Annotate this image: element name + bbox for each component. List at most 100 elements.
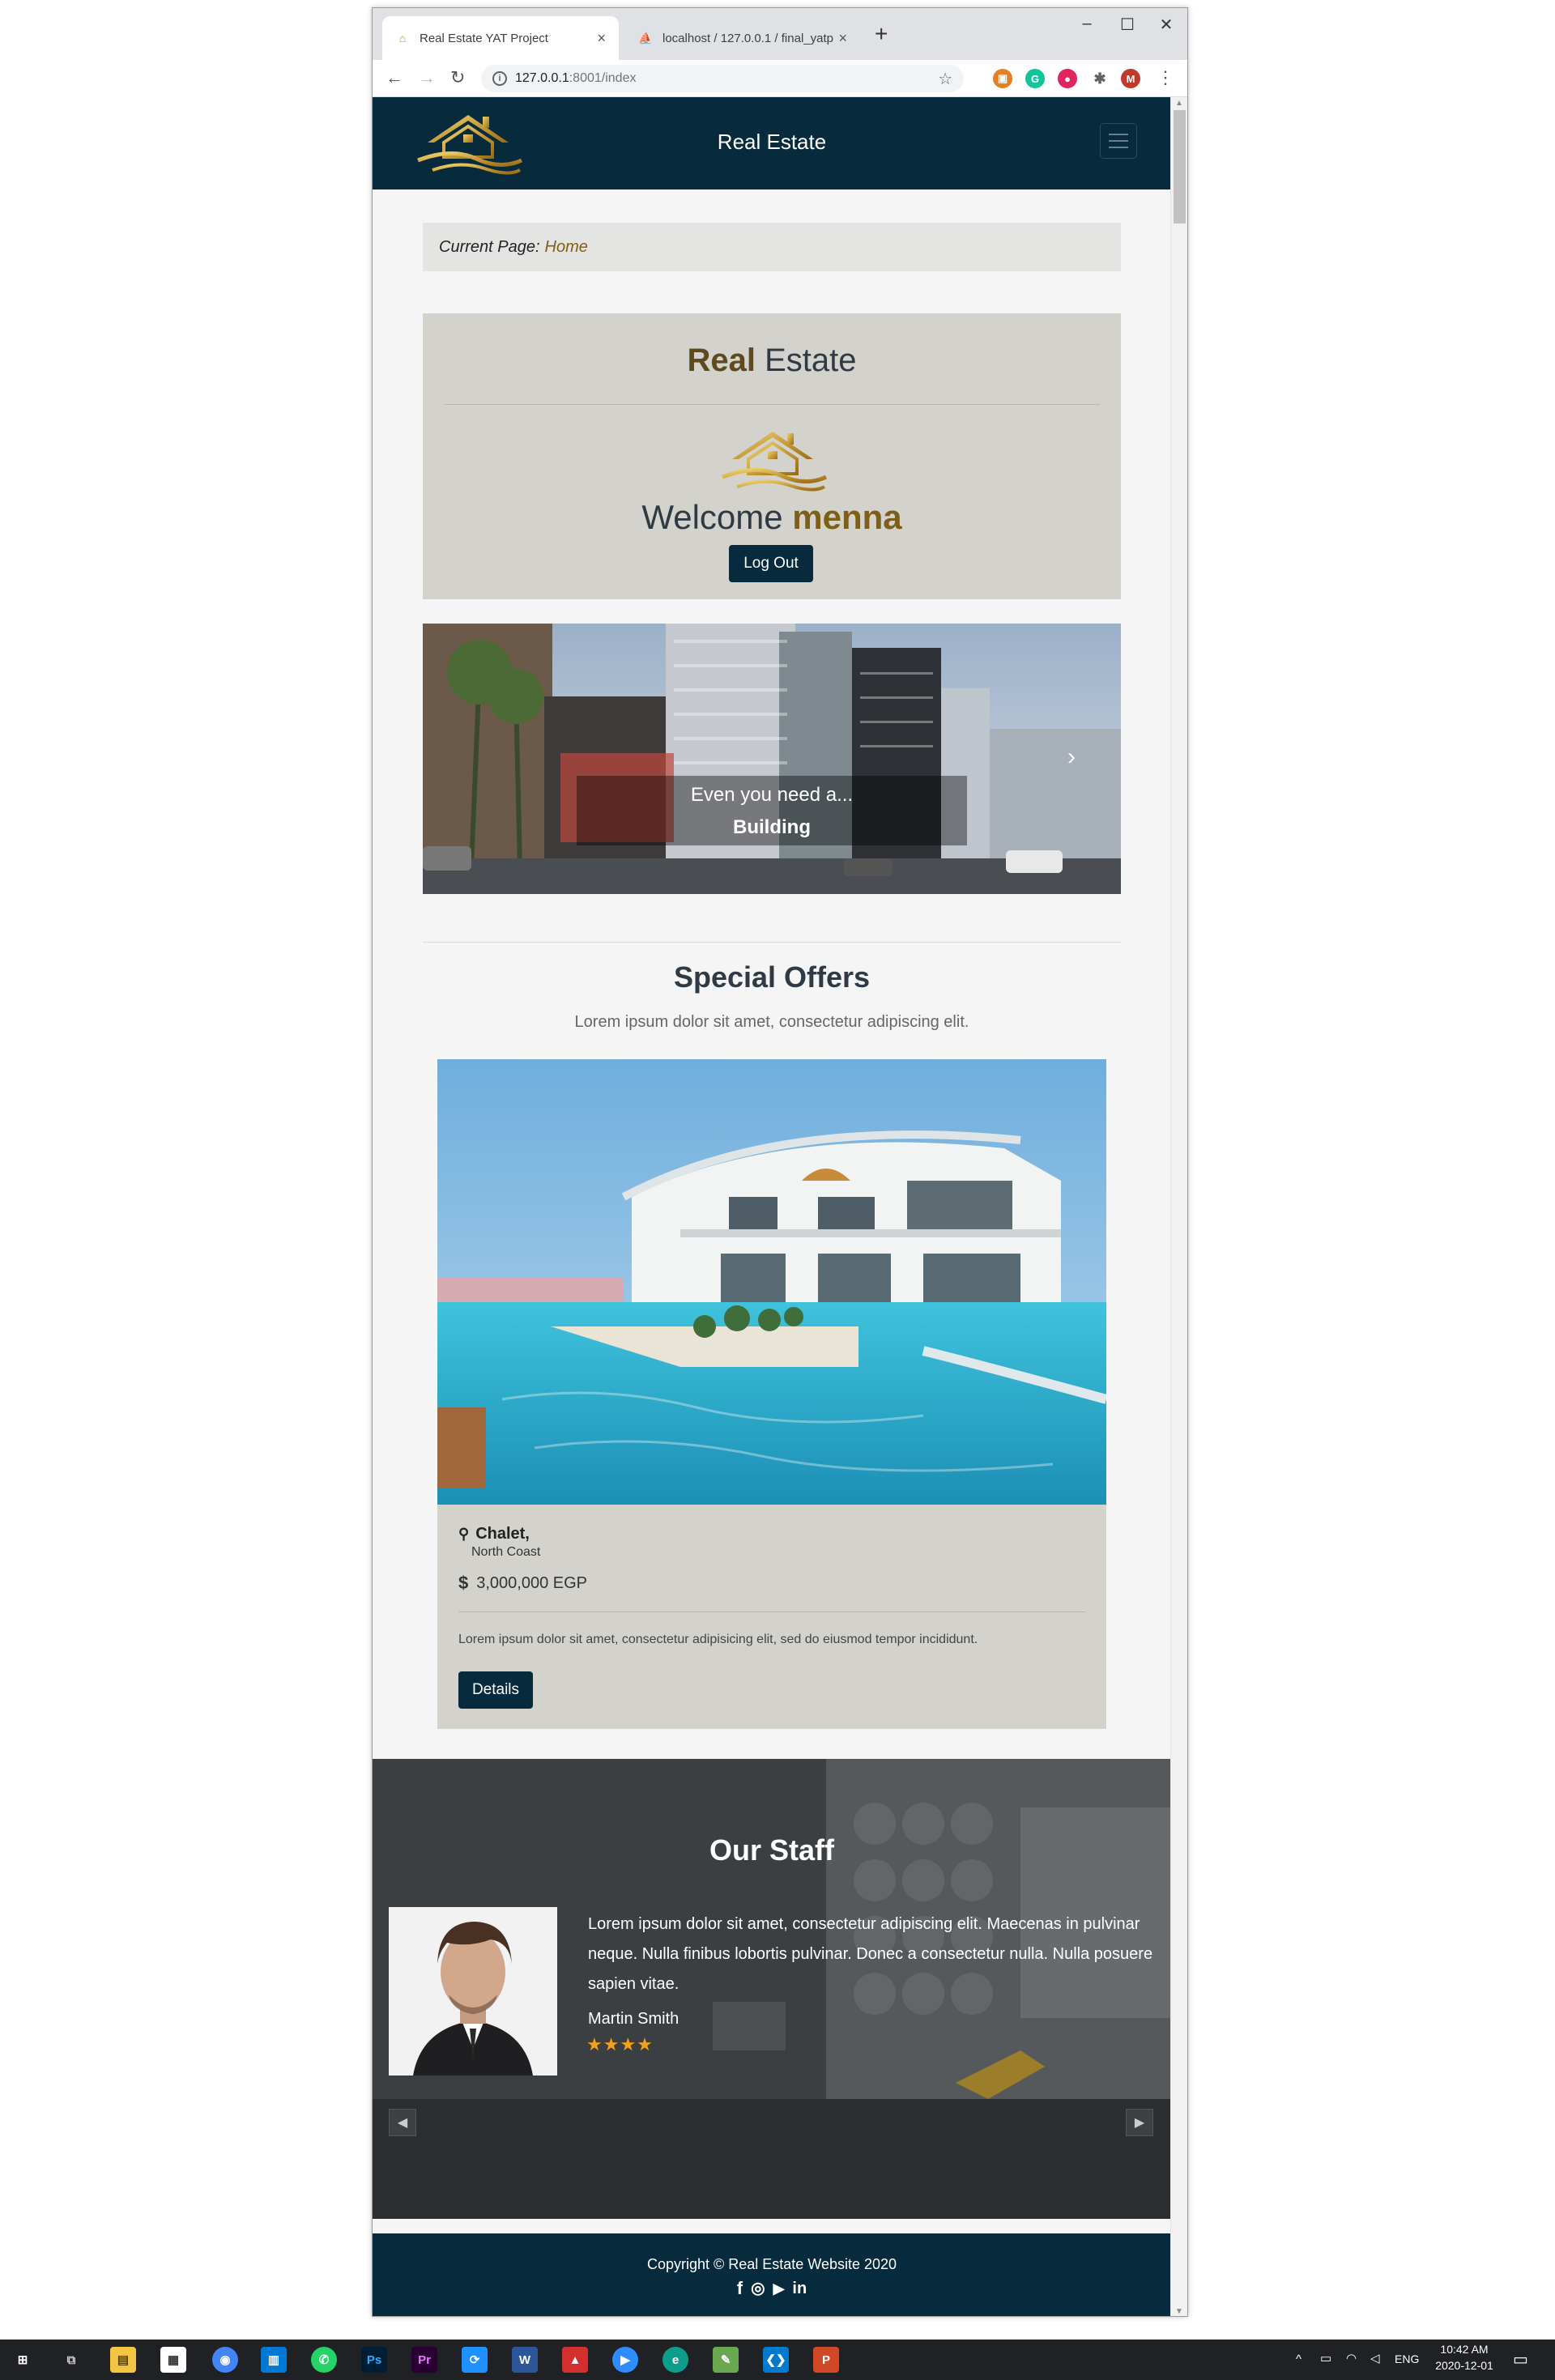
chrome-icon[interactable]: ◉ xyxy=(212,2347,238,2373)
extension-icon[interactable]: ▣ xyxy=(993,69,1012,88)
hamburger-menu-button[interactable] xyxy=(1100,123,1137,159)
puzzle-icon[interactable]: ✱ xyxy=(1090,69,1110,88)
premiere-icon[interactable]: Pr xyxy=(411,2347,437,2373)
house-favicon-icon: ⌂ xyxy=(398,32,407,45)
whatsapp-icon[interactable]: ✆ xyxy=(311,2347,337,2373)
caption-line-2: Building xyxy=(733,816,811,838)
staff-next-button[interactable]: ▶ xyxy=(1126,2109,1153,2136)
house-logo-icon xyxy=(722,432,828,492)
city-street-image xyxy=(423,624,1121,894)
property-price: $3,000,000 EGP xyxy=(458,1573,587,1594)
minimize-icon[interactable]: – xyxy=(1071,15,1103,33)
map-pin-icon: ⚲ xyxy=(458,1526,470,1542)
menu-dots-icon[interactable]: ⋮ xyxy=(1157,68,1174,87)
photoshop-icon[interactable]: Ps xyxy=(361,2347,387,2373)
copyright-text: Copyright © Real Estate Website 2020 xyxy=(646,2256,897,2272)
scrollbar-thumb[interactable] xyxy=(1174,110,1186,224)
sync-app-icon[interactable]: ⟳ xyxy=(462,2347,488,2373)
maximize-icon[interactable]: ☐ xyxy=(1111,15,1144,35)
scroll-down-icon[interactable]: ▼ xyxy=(1175,2307,1183,2316)
facebook-icon[interactable]: f xyxy=(737,2277,743,2300)
reload-icon[interactable]: ↻ xyxy=(450,68,465,87)
tab-phpmyadmin[interactable]: ⛵ localhost / 127.0.0.1 / final_yatpr × xyxy=(625,16,860,60)
back-icon[interactable]: ← xyxy=(386,68,403,87)
page-viewport: Real Estate Current Page: Home Real Esta… xyxy=(373,97,1171,2316)
welcome-panel: Real Estate Welcome menna Log Out xyxy=(423,313,1121,599)
offers-title: Special Offers xyxy=(673,960,871,994)
carousel-caption: Even you need a... Building xyxy=(577,776,967,845)
task-view-icon[interactable]: ⧉ xyxy=(58,2347,84,2373)
staff-name: Martin Smith xyxy=(588,2010,680,2028)
scroll-up-icon[interactable]: ▲ xyxy=(1175,99,1183,108)
hero-carousel[interactable]: Even you need a... Building › xyxy=(423,624,1121,894)
details-button[interactable]: Details xyxy=(458,1671,533,1709)
volume-icon[interactable]: ◁ xyxy=(1370,2351,1380,2365)
word-icon[interactable]: W xyxy=(512,2347,538,2373)
battery-icon[interactable]: ▭ xyxy=(1320,2351,1331,2365)
address-toolbar: ← → ↻ i 127.0.0.1:8001/index ☆ ▣ G ● ✱ M… xyxy=(373,60,1187,97)
property-type: Chalet, xyxy=(475,1525,530,1543)
notifications-icon[interactable]: ▭ xyxy=(1513,2349,1528,2369)
linkedin-icon[interactable]: in xyxy=(792,2277,807,2300)
close-tab-icon[interactable]: × xyxy=(597,30,606,47)
staff-prev-button[interactable]: ◀ xyxy=(389,2109,416,2136)
tab-title: localhost / 127.0.0.1 / final_yatpr xyxy=(662,31,834,45)
page-scrollbar[interactable]: ▲ ▼ xyxy=(1170,97,1187,2316)
staff-section: Our Staff Lorem ipsum dolor sit amet, co… xyxy=(373,1759,1171,2219)
navbar-title[interactable]: Real Estate xyxy=(373,130,1171,155)
property-region: North Coast xyxy=(471,1545,541,1559)
breadcrumb-label: Current Page: xyxy=(439,237,540,256)
divider xyxy=(444,404,1100,405)
youtube-icon[interactable]: ▶ xyxy=(773,2277,785,2300)
language-indicator[interactable]: ENG xyxy=(1395,2352,1419,2365)
close-tab-icon[interactable]: × xyxy=(838,30,847,47)
staff-photo xyxy=(389,1907,557,2076)
title-rest: Estate xyxy=(765,343,857,378)
powerpoint-icon[interactable]: P xyxy=(813,2347,839,2373)
property-description: Lorem ipsum dolor sit amet, consectetur … xyxy=(458,1633,978,1646)
offer-card: ⚲ Chalet, North Coast $3,000,000 EGP Lore… xyxy=(437,1059,1106,1729)
title-bold: Real xyxy=(687,343,756,378)
wifi-icon[interactable]: ◠ xyxy=(1346,2351,1357,2365)
offers-subtitle: Lorem ipsum dolor sit amet, consectetur … xyxy=(574,1013,969,1031)
logout-button[interactable]: Log Out xyxy=(729,545,813,582)
browser-window: ⌂ Real Estate YAT Project × ⛵ localhost … xyxy=(372,7,1188,2317)
notepad-plus-icon[interactable]: ✎ xyxy=(713,2347,739,2373)
url-path: :8001/index xyxy=(569,71,637,85)
welcome-text: Welcome xyxy=(641,498,783,536)
vscode-icon[interactable]: ❮❯ xyxy=(763,2347,789,2373)
edge-icon[interactable]: e xyxy=(662,2347,688,2373)
forward-icon[interactable]: → xyxy=(418,68,436,87)
tab-title: Real Estate YAT Project xyxy=(420,31,548,45)
info-icon[interactable]: i xyxy=(492,71,507,86)
store-icon[interactable]: ▦ xyxy=(160,2347,186,2373)
tray-chevron-icon[interactable]: ^ xyxy=(1296,2352,1302,2366)
url-bar[interactable]: i 127.0.0.1:8001/index ☆ xyxy=(481,65,964,92)
star-icon[interactable]: ☆ xyxy=(938,69,952,89)
clock-date[interactable]: 2020-12-01 xyxy=(1432,2359,1497,2372)
caption-line-1: Even you need a... xyxy=(690,784,854,806)
adblock-icon[interactable]: ● xyxy=(1058,69,1077,88)
file-explorer-icon[interactable]: ▤ xyxy=(110,2347,136,2373)
clock-time[interactable]: 10:42 AM xyxy=(1432,2343,1497,2356)
instagram-icon[interactable]: ◎ xyxy=(751,2277,765,2300)
acrobat-icon[interactable]: ▲ xyxy=(562,2347,588,2373)
windows-start-icon[interactable]: ⊞ xyxy=(10,2347,36,2373)
username: menna xyxy=(792,498,902,536)
breadcrumb-home-link[interactable]: Home xyxy=(545,238,588,257)
tab-real-estate[interactable]: ⌂ Real Estate YAT Project × xyxy=(382,16,619,60)
staff-quote: Lorem ipsum dolor sit amet, consectetur … xyxy=(588,1915,1153,1993)
grammarly-icon[interactable]: G xyxy=(1025,69,1045,88)
new-tab-button[interactable]: + xyxy=(875,23,888,45)
welcome-message: Welcome menna xyxy=(423,498,1121,537)
profile-avatar[interactable]: M xyxy=(1121,69,1140,88)
close-window-icon[interactable]: ✕ xyxy=(1150,15,1182,35)
zoom-icon[interactable]: ▶ xyxy=(612,2347,638,2373)
windows-taskbar: ⊞ ⧉ ▤ ▦ ◉ ▥ ✆ Ps Pr ⟳ W ▲ ▶ e ✎ ❮❯ P ^ ▭… xyxy=(0,2340,1555,2380)
social-links: f ◎ ▶ in xyxy=(373,2277,1171,2300)
carousel-next-icon[interactable]: › xyxy=(1067,743,1076,771)
property-location: ⚲ Chalet, xyxy=(458,1525,530,1543)
calculator-icon[interactable]: ▥ xyxy=(261,2347,287,2373)
price-value: 3,000,000 EGP xyxy=(476,1573,588,1592)
panel-title: Real Estate xyxy=(423,343,1121,379)
